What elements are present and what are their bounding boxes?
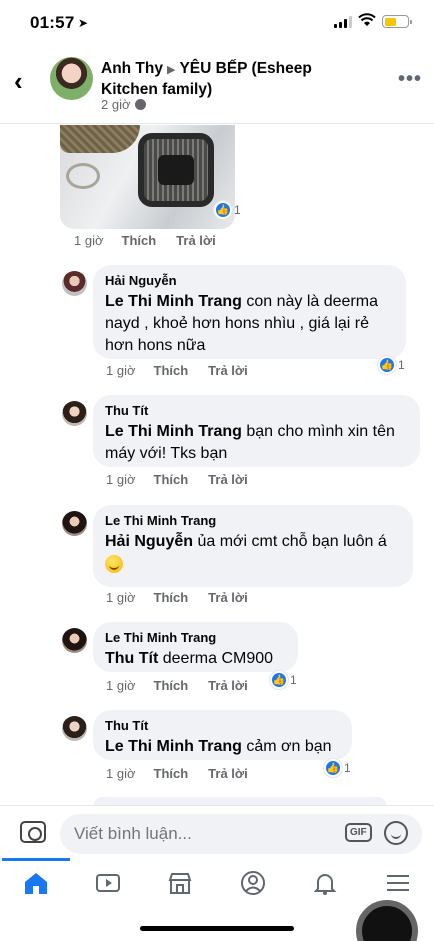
reaction-count[interactable]: 👍 1 bbox=[324, 759, 351, 777]
avatar[interactable] bbox=[62, 511, 87, 536]
location-icon: ➤ bbox=[78, 16, 89, 30]
comment-actions: 1 giờ Thích Trả lời bbox=[106, 766, 268, 781]
like-icon: 👍 bbox=[378, 356, 396, 374]
commenter-name[interactable]: Le Thi Minh Trang bbox=[105, 630, 286, 646]
mention[interactable]: Hải Nguyễn bbox=[105, 533, 193, 550]
comment-actions: 1 giờ Thích Trả lời bbox=[106, 363, 268, 378]
avatar[interactable] bbox=[62, 401, 87, 426]
like-button[interactable]: Thích bbox=[154, 472, 189, 487]
reaction-count[interactable]: 👍 1 bbox=[378, 356, 405, 374]
reply-button[interactable]: Trả lời bbox=[208, 363, 248, 378]
avatar[interactable] bbox=[62, 716, 87, 741]
mention[interactable]: Le Thi Minh Trang bbox=[105, 423, 242, 440]
comment-photo[interactable] bbox=[60, 125, 235, 229]
more-options-icon[interactable]: ••• bbox=[398, 68, 422, 91]
reply-button[interactable]: Trả lời bbox=[208, 590, 248, 605]
comment-bubble: Thu Tít Le Thi Minh Trang bạn cho mình x… bbox=[93, 395, 420, 467]
post-time: 2 giờ bbox=[101, 97, 131, 112]
reaction-count[interactable]: 👍 1 bbox=[270, 671, 297, 689]
commenter-name[interactable]: Thu Tít bbox=[105, 403, 408, 419]
like-icon: 👍 bbox=[214, 201, 232, 219]
notifications-icon[interactable] bbox=[311, 870, 339, 896]
post-meta: 2 giờ bbox=[101, 97, 146, 112]
comment-time: 1 giờ bbox=[106, 678, 136, 693]
like-button[interactable]: Thích bbox=[154, 678, 189, 693]
status-time: 01:57 bbox=[30, 13, 75, 32]
mention[interactable]: Le Thi Minh Trang bbox=[105, 738, 242, 755]
comment-bubble bbox=[93, 797, 387, 805]
commenter-name[interactable]: Hải Nguyễn bbox=[105, 273, 394, 289]
comment-bubble: Thu Tít Le Thi Minh Trang cảm ơn bạn bbox=[93, 710, 352, 760]
like-button[interactable]: Thích bbox=[154, 590, 189, 605]
comment-actions: 1 giờ Thích Trả lời bbox=[106, 678, 268, 693]
avatar[interactable] bbox=[62, 271, 87, 296]
post-title[interactable]: Anh Thy ▶ YÊU BẾP (Esheep Kitchen family) bbox=[101, 59, 371, 99]
like-button[interactable]: Thích bbox=[122, 233, 157, 248]
comment-time: 1 giờ bbox=[106, 766, 136, 781]
comment-text: Le Thi Minh Trang cảm ơn bạn bbox=[105, 738, 332, 755]
comment-composer: GIF bbox=[0, 805, 434, 860]
author-name[interactable]: Anh Thy bbox=[101, 60, 163, 77]
comment-text: Le Thi Minh Trang bạn cho mình xin tên m… bbox=[105, 423, 395, 462]
comment-time: 1 giờ bbox=[74, 233, 104, 248]
signal-icon bbox=[334, 16, 352, 28]
commenter-name[interactable]: Le Thi Minh Trang bbox=[105, 513, 401, 529]
comment-text: Hải Nguyễn ủa mới cmt chỗ bạn luôn á bbox=[105, 531, 401, 575]
comment-bubble: Le Thi Minh Trang Hải Nguyễn ủa mới cmt … bbox=[93, 505, 413, 587]
watch-icon[interactable] bbox=[94, 870, 122, 896]
like-button[interactable]: Thích bbox=[154, 766, 189, 781]
author-avatar[interactable] bbox=[50, 57, 93, 100]
emoji-icon[interactable] bbox=[384, 821, 408, 845]
menu-icon[interactable] bbox=[384, 870, 412, 896]
camera-icon[interactable] bbox=[20, 821, 46, 843]
marketplace-icon[interactable] bbox=[166, 870, 194, 896]
comment-actions: 1 giờ Thích Trả lời bbox=[106, 472, 268, 487]
like-button[interactable]: Thích bbox=[154, 363, 189, 378]
home-indicator bbox=[140, 926, 294, 931]
comment-text: Le Thi Minh Trang con này là deerma nayd… bbox=[105, 293, 378, 354]
comment-feed[interactable]: 👍 1 1 giờ Thích Trả lời Hải Nguyễn Le Th… bbox=[0, 125, 434, 805]
comment-time: 1 giờ bbox=[106, 363, 136, 378]
reply-button[interactable]: Trả lời bbox=[208, 472, 248, 487]
reply-button[interactable]: Trả lời bbox=[208, 678, 248, 693]
wifi-icon bbox=[358, 13, 376, 26]
avatar[interactable] bbox=[62, 628, 87, 653]
mention[interactable]: Le Thi Minh Trang bbox=[105, 293, 242, 310]
back-icon[interactable]: ‹ bbox=[14, 68, 23, 94]
battery-icon bbox=[382, 15, 412, 28]
post-header: ‹ Anh Thy ▶ YÊU BẾP (Esheep Kitchen family… bbox=[0, 46, 434, 124]
comment-actions: 1 giờ Thích Trả lời bbox=[106, 590, 268, 605]
like-icon: 👍 bbox=[324, 759, 342, 777]
grin-emoji-icon bbox=[105, 554, 123, 573]
reply-button[interactable]: Trả lời bbox=[176, 233, 216, 248]
profile-icon[interactable] bbox=[239, 870, 267, 896]
comment-time: 1 giờ bbox=[106, 472, 136, 487]
reaction-count[interactable]: 👍 1 bbox=[214, 201, 241, 219]
mention[interactable]: Thu Tít bbox=[105, 650, 158, 667]
reply-button[interactable]: Trả lời bbox=[208, 766, 248, 781]
comment-bubble: Le Thi Minh Trang Thu Tít deerma CM900 bbox=[93, 622, 298, 672]
arrow-right-icon: ▶ bbox=[167, 64, 176, 76]
comment-time: 1 giờ bbox=[106, 590, 136, 605]
globe-icon bbox=[134, 99, 146, 110]
comment-bubble: Hải Nguyễn Le Thi Minh Trang con này là … bbox=[93, 265, 406, 359]
status-bar: 01:57 ➤ bbox=[0, 0, 434, 46]
bottom-tab-bar bbox=[0, 858, 434, 910]
like-icon: 👍 bbox=[270, 671, 288, 689]
gif-button[interactable]: GIF bbox=[345, 823, 372, 842]
commenter-name[interactable]: Thu Tít bbox=[105, 718, 340, 734]
home-icon[interactable] bbox=[22, 870, 50, 896]
active-tab-indicator bbox=[2, 858, 70, 861]
comment-actions: 1 giờ Thích Trả lời bbox=[74, 233, 236, 248]
comment-text: Thu Tít deerma CM900 bbox=[105, 650, 274, 667]
